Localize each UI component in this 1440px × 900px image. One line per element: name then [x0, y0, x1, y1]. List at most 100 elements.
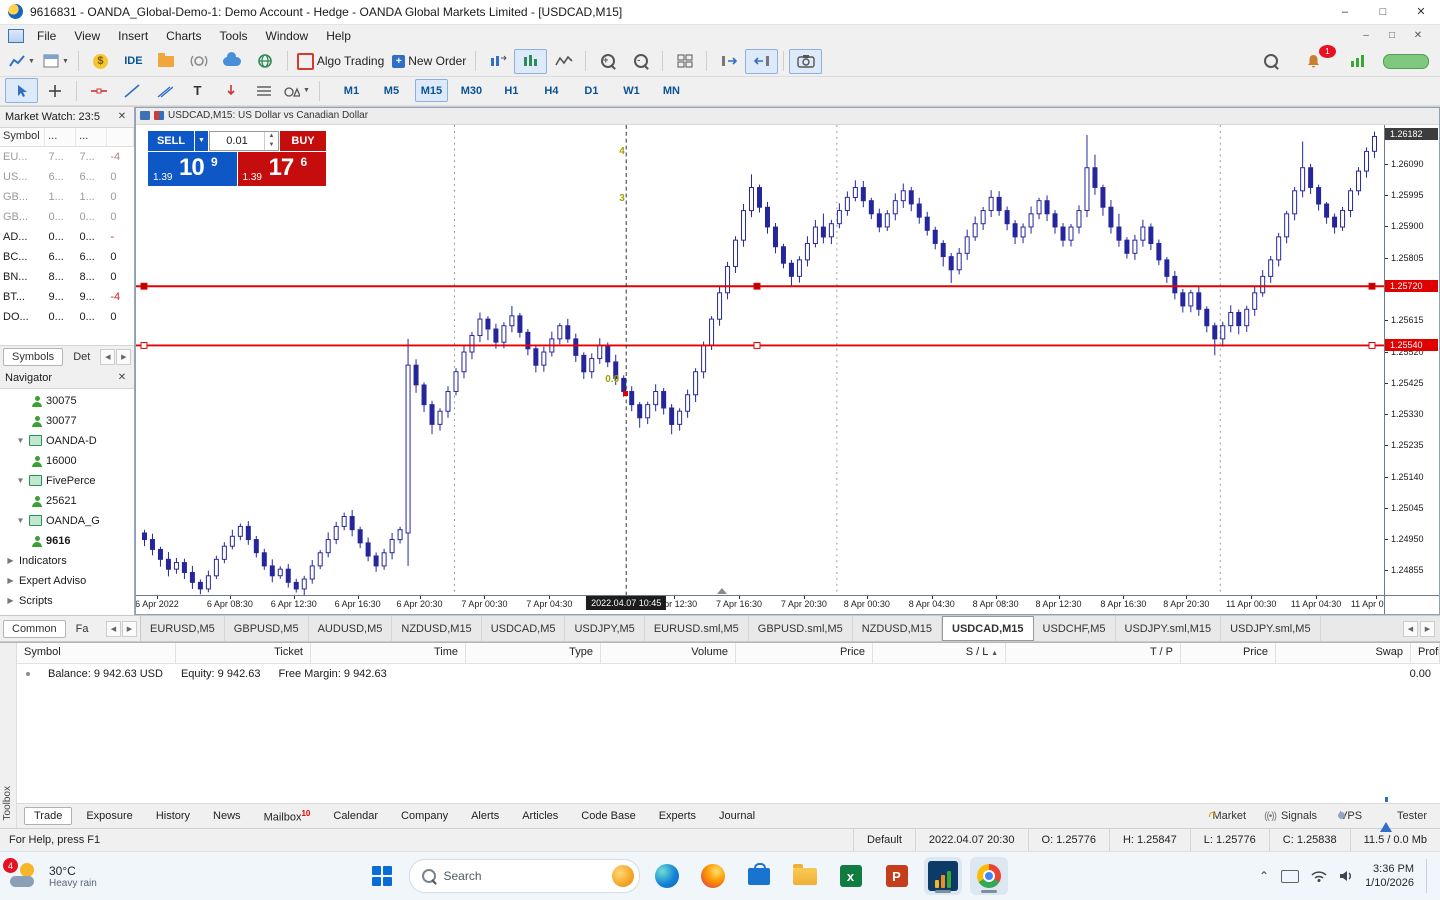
buy-button[interactable]: BUY: [280, 130, 326, 151]
market-watch-row[interactable]: US... 6... 6... 0: [0, 167, 134, 187]
chart-tab[interactable]: EURUSD,M5: [141, 616, 225, 642]
taskbar-search-input[interactable]: Search: [408, 859, 640, 894]
taskbar-powerpoint-icon[interactable]: P: [878, 857, 916, 895]
menu-charts[interactable]: Charts: [157, 27, 210, 45]
taskbar-metatrader-icon[interactable]: [923, 857, 962, 896]
toolbox-signals-button[interactable]: ((•)) Signals: [1264, 810, 1317, 822]
toolbox-tab-journal[interactable]: Journal: [710, 808, 764, 824]
horizontal-line-tool-button[interactable]: [82, 78, 115, 103]
toolbox-tab-articles[interactable]: Articles: [513, 808, 567, 824]
volume-input[interactable]: 0.01 ▲ ▼: [209, 130, 279, 151]
chart-minimize-button[interactable]: –: [1356, 28, 1376, 44]
toolbox-tab-news[interactable]: News: [204, 808, 250, 824]
column-header-sl[interactable]: S / L ▲: [873, 643, 1006, 664]
chart-plot-area[interactable]: SELL ▼ 0.01 ▲ ▼ BUY 1.39 10 9 1.39 17 6 …: [136, 124, 1384, 596]
menu-file[interactable]: File: [28, 27, 65, 45]
market-watch-column-header[interactable]: ...: [45, 127, 77, 146]
sell-quote-panel[interactable]: 1.39 10 9: [148, 151, 237, 186]
toolbox-tab-calendar[interactable]: Calendar: [324, 808, 387, 824]
shapes-menu-button[interactable]: ▼: [280, 78, 314, 103]
chevron-down-icon[interactable]: ▼: [16, 516, 25, 525]
channel-tool-button[interactable]: [148, 78, 181, 103]
metaquotes-button[interactable]: [183, 49, 216, 74]
tray-overflow-chevron-icon[interactable]: ⌃: [1259, 869, 1269, 883]
column-header-symbol[interactable]: Symbol: [17, 643, 176, 664]
chart-tab[interactable]: USDCAD,M5: [482, 616, 566, 642]
tile-windows-button[interactable]: [668, 49, 701, 74]
toolbox-tab-mailbox[interactable]: Mailbox10: [255, 807, 320, 826]
tabs-scroll-right-icon[interactable]: ▶: [116, 348, 132, 365]
menu-view[interactable]: View: [65, 27, 109, 45]
close-icon[interactable]: ✕: [115, 372, 129, 383]
menu-help[interactable]: Help: [317, 27, 360, 45]
close-icon[interactable]: ✕: [115, 111, 129, 122]
chart-shift-button[interactable]: [481, 49, 514, 74]
timeframe-mn-button[interactable]: MN: [655, 79, 688, 102]
touch-keyboard-icon[interactable]: [1281, 869, 1300, 883]
zoom-out-button[interactable]: -: [624, 49, 657, 74]
market-watch-row[interactable]: DO... 0... 0... 0: [0, 307, 134, 327]
sell-options-caret[interactable]: ▼: [195, 130, 208, 151]
taskbar-chrome-icon[interactable]: [969, 857, 1008, 896]
market-watch-row[interactable]: BT... 9... 9... -4: [0, 287, 134, 307]
toolbox-vps-button[interactable]: VPS: [1335, 810, 1362, 822]
dock-right-button[interactable]: [712, 49, 745, 74]
chart-menu-icon[interactable]: [8, 28, 24, 43]
timeframe-d1-button[interactable]: D1: [575, 79, 608, 102]
chart-tab[interactable]: USDCAD,M15: [942, 616, 1034, 642]
tabs-scroll-left-icon[interactable]: ◀: [100, 348, 116, 365]
arrows-tool-button[interactable]: [214, 78, 247, 103]
column-header-price[interactable]: Price: [1181, 643, 1276, 664]
navigator-tab-fa[interactable]: Fa: [68, 621, 97, 637]
candlestick-chart[interactable]: [136, 124, 1384, 596]
tabs-scroll-left-icon[interactable]: ◀: [106, 620, 121, 637]
taskbar-excel-icon[interactable]: x: [832, 857, 870, 895]
trendline-tool-button[interactable]: [115, 78, 148, 103]
market-watch-row[interactable]: GB... 1... 1... 0: [0, 187, 134, 207]
navigator-item[interactable]: 25621: [0, 491, 134, 511]
chevron-down-icon[interactable]: ▼: [16, 436, 25, 445]
toolbox-tab-alerts[interactable]: Alerts: [462, 808, 508, 824]
chevron-right-icon[interactable]: ▶: [6, 556, 15, 565]
navigator-item[interactable]: ▼ OANDA-D: [0, 431, 134, 451]
metaeditor-ide-button[interactable]: IDE: [117, 49, 150, 74]
navigator-item[interactable]: ▶ Indicators: [0, 551, 134, 571]
profile-segment[interactable]: Default: [853, 829, 915, 852]
timeframe-m1-button[interactable]: M1: [335, 79, 368, 102]
column-header-profit[interactable]: Profit: [1411, 643, 1440, 664]
timeframe-h1-button[interactable]: H1: [495, 79, 528, 102]
chart-tab[interactable]: GBPUSD.sml,M5: [749, 616, 853, 642]
chart-tab[interactable]: NZDUSD,M15: [392, 616, 482, 642]
dock-left-button[interactable]: [745, 48, 779, 74]
community-button[interactable]: [249, 49, 282, 74]
taskbar-clock[interactable]: 3:36 PM 1/10/2026: [1365, 862, 1414, 891]
toolbox-side-strip[interactable]: Toolbox: [0, 643, 17, 829]
chart-tab[interactable]: USDCHF,M5: [1034, 616, 1116, 642]
toolbox-tab-trade[interactable]: Trade: [24, 807, 73, 826]
timeframe-m30-button[interactable]: M30: [455, 79, 488, 102]
chart-tab[interactable]: EURUSD.sml,M5: [645, 616, 749, 642]
timeframe-w1-button[interactable]: W1: [615, 79, 648, 102]
navigator-tab-common[interactable]: Common: [3, 619, 66, 638]
chart-restore-button[interactable]: □: [1382, 28, 1402, 44]
tick-chart-button[interactable]: [547, 49, 580, 74]
taskbar-file-explorer-icon[interactable]: [786, 857, 824, 895]
close-button[interactable]: ✕: [1402, 0, 1440, 24]
timeframe-m15-button[interactable]: M15: [414, 79, 448, 103]
column-header-time[interactable]: Time: [311, 643, 466, 664]
market-watch-row[interactable]: AD... 0... 0... -: [0, 227, 134, 247]
algo-trading-button[interactable]: Algo Trading: [293, 49, 388, 74]
chart-tab[interactable]: GBPUSD,M5: [225, 616, 309, 642]
network-icon[interactable]: [1311, 870, 1327, 883]
auto-scroll-button[interactable]: [514, 48, 548, 74]
taskbar-edge-icon[interactable]: [648, 857, 686, 895]
market-watch-column-header[interactable]: Symbol: [0, 127, 46, 146]
chart-tab[interactable]: USDJPY.sml,M15: [1116, 616, 1222, 642]
weather-widget[interactable]: 4 30°C Heavy rain: [3, 858, 190, 889]
navigator-item[interactable]: ▶ Scripts: [0, 591, 134, 611]
trade-column-headers[interactable]: Symbol Ticket Time Type Volume Price S / L ▲ T …: [17, 643, 1440, 665]
market-watch-row[interactable]: BC... 6... 6... 0: [0, 247, 134, 267]
new-order-button[interactable]: + New Order: [388, 49, 470, 74]
toolbox-tab-history[interactable]: History: [147, 808, 199, 824]
timeframe-h4-button[interactable]: H4: [535, 79, 568, 102]
